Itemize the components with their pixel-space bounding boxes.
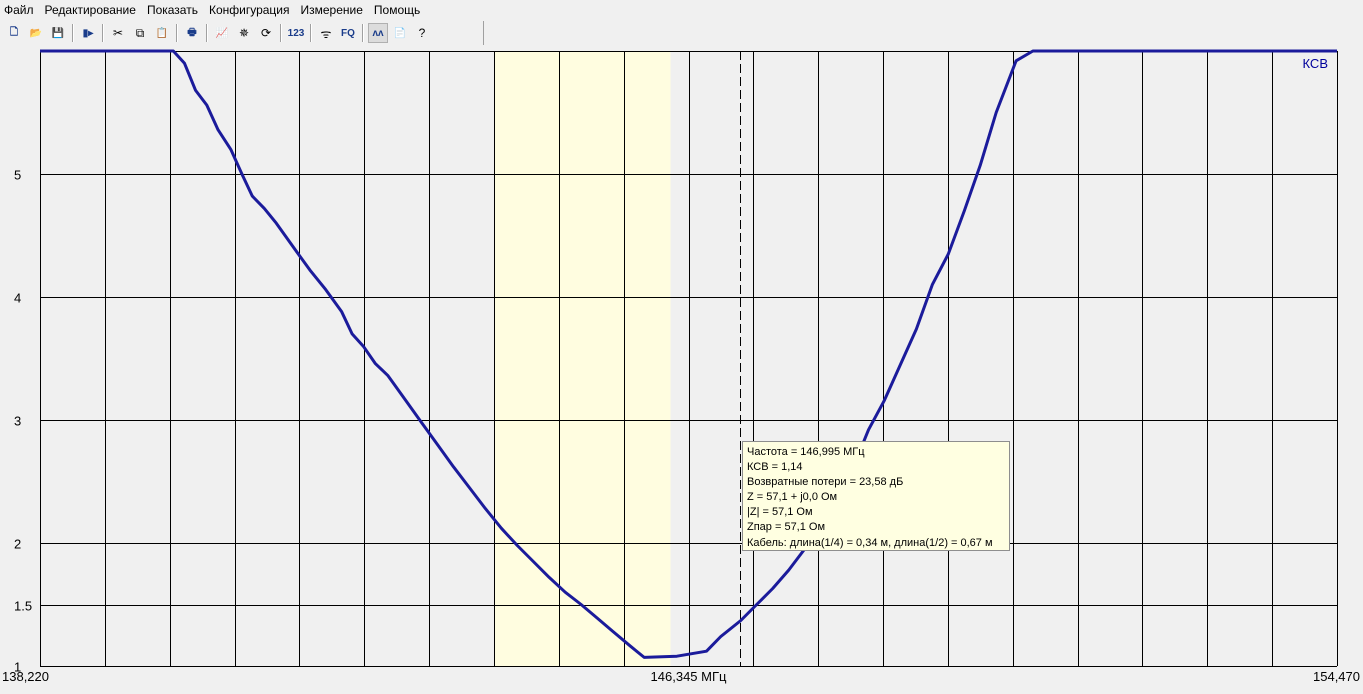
export-button[interactable]: ▮▸ (78, 23, 98, 43)
numeric-icon: 123 (287, 27, 305, 39)
save-icon: 💾 (51, 27, 65, 39)
tooltip-impedance: Z = 57,1 + j0,0 Ом (747, 491, 838, 504)
curves-button[interactable]: ʌʌ (368, 23, 388, 43)
tooltip-impedance-magnitude: |Z| = 57,1 Ом (747, 506, 813, 519)
curves-icon: ʌʌ (372, 27, 384, 39)
cut-button[interactable]: ✂ (108, 23, 128, 43)
menu-measure[interactable]: Измерение (296, 0, 369, 20)
save-button[interactable]: 💾 (48, 23, 68, 43)
print-icon: 🖶 (187, 26, 197, 38)
swr-chart[interactable]: 11.52345КСВ138,220 146,345 МГц 154,470 (0, 46, 1363, 691)
toolbar-separator (280, 24, 282, 42)
fq-icon: FQ (341, 27, 355, 39)
toolbar-separator (72, 24, 74, 42)
antenna-icon: ᯤ (320, 26, 332, 41)
refresh-icon: ⟳ (260, 26, 272, 40)
copy-icon: ⧉ (135, 25, 145, 40)
numeric-button[interactable]: 123 (286, 23, 306, 43)
x-axis-right-label: 154,470 (1313, 669, 1360, 684)
y-tick-label: 1.5 (14, 599, 32, 614)
menu-bar: Файл Редактирование Показать Конфигураци… (0, 0, 1363, 20)
menu-view[interactable]: Показать (143, 0, 205, 20)
print-button[interactable]: 🖶 (182, 23, 202, 43)
y-tick-label: 5 (14, 168, 21, 183)
open-button[interactable]: 📂 (26, 23, 46, 43)
graph-button[interactable]: 📈 (212, 23, 232, 43)
y-tick-label: 3 (14, 414, 21, 429)
y-tick-label: 2 (14, 537, 21, 552)
paste-button[interactable]: 📋 (152, 23, 172, 43)
paste-icon: 📋 (155, 27, 169, 39)
menu-file[interactable]: Файл (0, 0, 41, 20)
graph-icon: 📈 (215, 27, 229, 39)
toolbar-separator (362, 24, 364, 42)
marker-button[interactable]: ✵ (234, 23, 254, 43)
export-icon: ▮▸ (82, 27, 94, 39)
toolbar-separator (176, 24, 178, 42)
y-tick-label: 4 (14, 291, 21, 306)
tooltip-frequency: Частота = 146,995 МГц (747, 446, 865, 458)
notes-button[interactable]: 📄 (390, 23, 410, 43)
tooltip-swr: КСВ = 1,14 (747, 461, 803, 474)
copy-button[interactable]: ⧉ (130, 23, 150, 43)
antenna-button[interactable]: ᯤ (316, 23, 336, 43)
tooltip-return-loss: Возвратные потери = 23,58 дБ (747, 476, 904, 489)
toolbar-separator (206, 24, 208, 42)
tooltip-parallel-impedance: Zпар = 57,1 Ом (747, 521, 826, 534)
cut-icon: ✂ (112, 26, 124, 40)
tooltip-cable-length: Кабель: длина(1/4) = 0,34 м, длина(1/2) … (747, 536, 993, 549)
chart-area[interactable]: 1 1.5 2 3 4 5 КСВ 138,220 146,345 МГц 154,470 (0, 46, 1363, 691)
open-icon: 📂 (29, 27, 43, 39)
toolbar-separator (310, 24, 312, 42)
notes-icon: 📄 (393, 27, 407, 39)
highlight-band (494, 51, 671, 666)
new-icon: 🗋 (9, 26, 19, 38)
refresh-button[interactable]: ⟳ (256, 23, 276, 43)
marker-icon: ✵ (238, 26, 250, 40)
x-axis-center-label: 146,345 МГц (651, 669, 727, 684)
new-button[interactable]: 🗋 (4, 23, 24, 43)
marker-tooltip: Частота = 146,995 МГц КСВ = 1,14 Возврат… (742, 441, 1010, 551)
menu-edit[interactable]: Редактирование (41, 0, 143, 20)
menu-config[interactable]: Конфигурация (205, 0, 297, 20)
series-label: КСВ (1303, 56, 1329, 71)
toolbar: 🗋 📂 💾 ▮▸ ✂ ⧉ 📋 🖶 📈 ✵ ⟳ 123 ᯤ FQ ʌʌ 📄? (0, 21, 484, 45)
x-axis-left-label: 138,220 (2, 669, 49, 684)
toolbar-separator (102, 24, 104, 42)
help-button[interactable]: ? (412, 23, 432, 43)
menu-help[interactable]: Помощь (370, 0, 427, 20)
help-icon: ? (418, 26, 426, 40)
fq-button[interactable]: FQ (338, 23, 358, 43)
